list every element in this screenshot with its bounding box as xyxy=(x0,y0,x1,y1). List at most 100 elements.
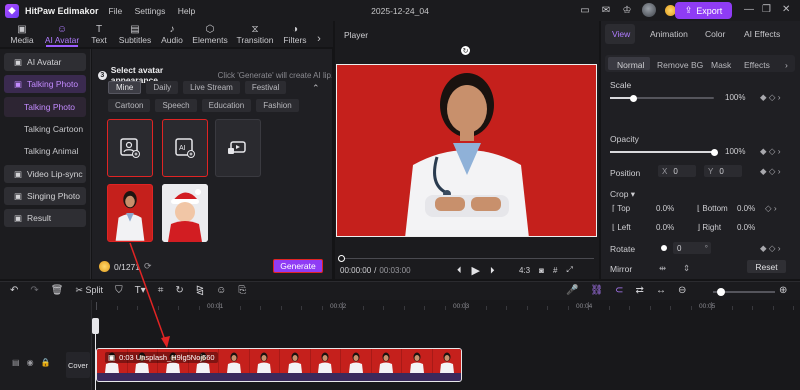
mirror-horizontal-icon[interactable]: ⇹ xyxy=(659,263,666,274)
rotate-handle-icon[interactable]: ↻ xyxy=(461,46,470,55)
collapse-icon[interactable]: ⌃ xyxy=(312,83,320,94)
zoom-in-icon[interactable]: ⊕ xyxy=(779,285,787,296)
screen-icon[interactable]: ▭ xyxy=(579,4,591,16)
refresh-icon[interactable]: ⟳ xyxy=(144,261,152,272)
chip-daily[interactable]: Daily xyxy=(146,81,179,94)
rotate-dial-icon[interactable] xyxy=(661,245,667,251)
face-icon[interactable]: ☺ xyxy=(216,285,226,296)
aspect-ratio-select[interactable]: 4:3 xyxy=(519,266,530,275)
chip-speech[interactable]: Speech xyxy=(155,99,197,112)
microphone-icon[interactable]: 🎤 xyxy=(566,285,578,296)
tab-transition[interactable]: ⧖ Transition xyxy=(232,23,278,47)
next-frame-icon[interactable]: ⏵ xyxy=(490,265,495,276)
export-frame-icon[interactable]: ⎘ xyxy=(238,285,246,296)
play-icon[interactable]: ▶ xyxy=(472,264,480,277)
track-video-icon[interactable]: ▤ xyxy=(12,358,20,367)
cover-button[interactable]: Cover xyxy=(66,352,90,378)
generate-button[interactable]: Generate xyxy=(273,259,323,273)
crop-right-value[interactable]: 0.0% xyxy=(737,223,755,232)
video-preview[interactable] xyxy=(336,64,597,237)
crown-icon[interactable]: ♔ xyxy=(621,4,633,16)
crop-tool-icon[interactable]: ⌗ xyxy=(158,285,164,296)
chip-live-stream[interactable]: Live Stream xyxy=(183,81,240,94)
subtab-effects[interactable]: Effects xyxy=(744,60,770,70)
ai-generate-tile[interactable]: AI xyxy=(162,119,208,177)
chip-education[interactable]: Education xyxy=(201,99,252,112)
tab-ai-effects[interactable]: AI Effects xyxy=(744,29,780,39)
user-avatar[interactable] xyxy=(641,3,656,17)
menu-file[interactable]: File xyxy=(109,6,123,16)
maximize-icon[interactable]: ❐ xyxy=(762,4,771,15)
opacity-keyframe-icon[interactable]: ◆ ◇ › xyxy=(760,146,781,157)
progress-bar[interactable] xyxy=(340,258,594,259)
tab-filters[interactable]: ◑ Filters xyxy=(278,23,312,47)
shield-icon[interactable]: ⛉ xyxy=(115,285,123,296)
redo-icon[interactable]: ↷ xyxy=(30,285,38,296)
tab-media[interactable]: ▣ Media xyxy=(4,23,40,47)
chip-cartoon[interactable]: Cartoon xyxy=(108,99,151,112)
crop-top-value[interactable]: 0.0% xyxy=(656,204,674,213)
crop-bottom-value[interactable]: 0.0% xyxy=(737,204,755,213)
track-icon[interactable]: ⇄ xyxy=(636,285,644,296)
undo-icon[interactable]: ↶ xyxy=(10,285,18,296)
track-lock-icon[interactable]: 🔒 xyxy=(41,358,51,367)
text-tool-icon[interactable]: T▾ xyxy=(135,285,146,296)
tab-subtitles[interactable]: ▤ Subtitles xyxy=(114,23,156,47)
opacity-slider-knob[interactable] xyxy=(711,148,718,156)
scale-slider-knob[interactable] xyxy=(629,94,637,102)
tab-text[interactable]: T Text xyxy=(84,23,114,47)
minimize-icon[interactable]: — xyxy=(744,4,754,15)
position-x-field[interactable]: X0 xyxy=(658,165,696,177)
avatar-thumb-baby[interactable] xyxy=(162,184,208,242)
tab-ai-avatar[interactable]: ☺ AI Avatar xyxy=(40,23,84,47)
menu-help[interactable]: Help xyxy=(178,6,195,16)
subtab-mask[interactable]: Mask xyxy=(711,60,731,70)
crop-left-value[interactable]: 0.0% xyxy=(656,223,674,232)
crop-label[interactable]: Crop ▾ xyxy=(610,189,635,200)
close-icon[interactable]: ✕ xyxy=(782,4,790,15)
tab-elements[interactable]: ⬡ Elements xyxy=(188,23,232,47)
mail-icon[interactable]: ✉ xyxy=(600,4,612,16)
fit-icon[interactable]: ↔ xyxy=(656,285,666,296)
zoom-out-icon[interactable]: ⊖ xyxy=(678,285,686,296)
position-keyframe-icon[interactable]: ◆ ◇ › xyxy=(760,166,781,177)
tab-color[interactable]: Color xyxy=(705,29,725,39)
zoom-slider-knob[interactable] xyxy=(717,288,725,296)
menu-settings[interactable]: Settings xyxy=(135,6,166,16)
chip-festival[interactable]: Festival xyxy=(244,81,287,94)
progress-knob[interactable] xyxy=(338,255,345,262)
track-visibility-icon[interactable]: ◉ xyxy=(27,358,34,367)
tabs-next-icon[interactable]: › xyxy=(312,23,326,47)
chip-mine[interactable]: Mine xyxy=(108,81,142,94)
tab-animation[interactable]: Animation xyxy=(650,29,688,39)
tab-audio[interactable]: ♪ Audio xyxy=(156,23,188,47)
playhead-handle-icon[interactable] xyxy=(92,318,99,334)
position-y-field[interactable]: Y0 xyxy=(704,165,742,177)
video-clip[interactable]: ▣ 0:03 Unsplash_H9lg5Noj660 xyxy=(96,348,462,382)
sidebar-item-singing-photo[interactable]: ▣ Singing Photo xyxy=(4,187,86,205)
chip-fashion[interactable]: Fashion xyxy=(256,99,299,112)
sidebar-sub-talking-cartoon[interactable]: Talking Cartoon xyxy=(4,119,86,139)
sidebar-item-result[interactable]: ▣ Result xyxy=(4,209,86,227)
rotate-tool-icon[interactable]: ↻ xyxy=(175,285,183,296)
sidebar-sub-talking-animal[interactable]: Talking Animal xyxy=(4,141,86,161)
crop-keyframe-icon[interactable]: ◇ › xyxy=(765,203,777,214)
grid-icon[interactable]: # xyxy=(553,266,557,275)
avatar-thumb-doctor[interactable] xyxy=(107,184,153,242)
sidebar-item-ai-avatar[interactable]: ▣ AI Avatar xyxy=(4,53,86,71)
export-button[interactable]: ⇪ Export xyxy=(675,2,732,19)
opacity-value[interactable]: 100% xyxy=(725,147,745,156)
delete-icon[interactable]: 🗑 xyxy=(51,285,64,296)
video-avatar-tile[interactable] xyxy=(215,119,261,177)
upload-image-tile[interactable] xyxy=(107,119,153,177)
subtab-more-icon[interactable]: › xyxy=(785,60,788,70)
reset-button[interactable]: Reset xyxy=(747,260,786,273)
sidebar-item-video-lip-sync[interactable]: ▣ Video Lip-sync xyxy=(4,165,86,183)
scale-value[interactable]: 100% xyxy=(725,93,745,102)
rotate-keyframe-icon[interactable]: ◆ ◇ › xyxy=(760,243,781,254)
mirror-tool-icon[interactable]: ⧎ xyxy=(196,285,204,296)
rotate-field[interactable]: 0 ° xyxy=(673,242,711,254)
fullscreen-icon[interactable]: ⤢ xyxy=(566,265,572,275)
sidebar-item-talking-photo[interactable]: ▣ Talking Photo xyxy=(4,75,86,93)
link-icon[interactable]: ⛓ xyxy=(590,285,603,296)
